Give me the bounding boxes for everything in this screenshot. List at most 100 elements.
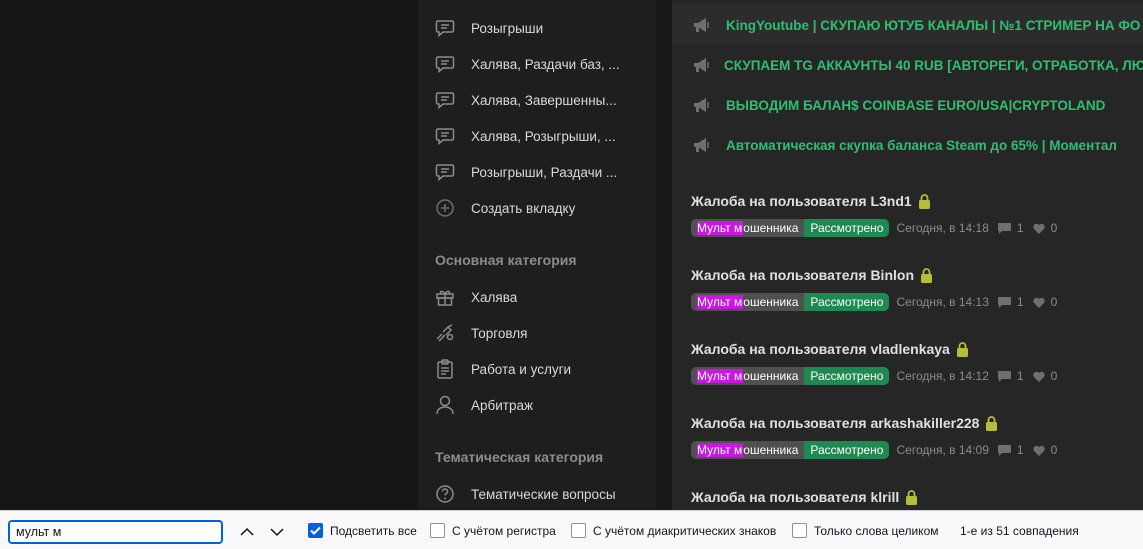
like-count: 0 <box>1032 221 1057 235</box>
checkbox-unchecked[interactable] <box>792 523 807 538</box>
checkbox-unchecked[interactable] <box>430 523 445 538</box>
prefix-badge[interactable]: Мульт м ошенника <box>691 367 805 385</box>
thread-item: Жалоба на пользователя Binlon Мульт м оше… <box>691 267 1141 311</box>
prefix-badge[interactable]: Мульт м ошенника <box>691 219 805 237</box>
thread-item: Жалоба на пользователя klrill <box>691 489 1141 505</box>
chat-icon <box>434 53 456 75</box>
thread-time[interactable]: Сегодня, в 14:12 <box>896 369 988 383</box>
thread-title[interactable]: Жалоба на пользователя vladlenkaya <box>691 341 950 357</box>
sidebar-item-label: Создать вкладку <box>471 200 576 216</box>
heart-icon <box>1032 371 1045 382</box>
sidebar: Розыгрыши Халява, Раздачи баз, ... Халяв… <box>418 0 656 510</box>
match-case-label: С учётом регистра <box>452 523 556 538</box>
diacritics-checkbox[interactable]: С учётом диакритических знаков <box>571 523 776 538</box>
prefix-badge[interactable]: Мульт м ошенника <box>691 293 805 311</box>
chat-icon <box>434 125 456 147</box>
thematic-category-heading: Тематическая категория <box>435 449 604 465</box>
comment-icon <box>997 444 1011 456</box>
sidebar-item-trading[interactable]: Торговля <box>434 319 644 347</box>
gift-icon <box>434 286 456 308</box>
pinned-thread[interactable]: KingYoutube | СКУПАЮ ЮТУБ КАНАЛЫ | №1 СТ… <box>672 5 1143 45</box>
find-input[interactable] <box>8 520 223 544</box>
sidebar-item-label: Розыгрыши, Раздачи ... <box>471 164 618 180</box>
pinned-thread-title[interactable]: СКУПАЕМ TG АККАУНТЫ 40 RUB [АВТОРЕГИ, ОТ… <box>724 58 1143 73</box>
create-tab-button[interactable]: Создать вкладку <box>434 194 644 222</box>
find-highlight: Мульт м <box>697 221 744 235</box>
plus-circle-icon <box>434 197 456 219</box>
sidebar-item-arbitration[interactable]: Арбитраж <box>434 391 644 419</box>
thread-title[interactable]: Жалоба на пользователя klrill <box>691 489 899 505</box>
status-badge[interactable]: Рассмотрено <box>804 367 890 385</box>
thread-title[interactable]: Жалоба на пользователя arkashakiller228 <box>691 415 979 431</box>
find-next-button[interactable] <box>265 521 289 543</box>
sidebar-item-thematic-questions[interactable]: Тематические вопросы <box>434 480 644 508</box>
status-badge[interactable]: Рассмотрено <box>804 219 890 237</box>
prefix-text: ошенника <box>743 221 799 235</box>
pinned-thread[interactable]: Автоматическая скупка баланса Steam до 6… <box>672 125 1143 165</box>
thread-time[interactable]: Сегодня, в 14:13 <box>896 295 988 309</box>
comment-icon <box>997 296 1011 308</box>
reply-count: 1 <box>997 295 1024 309</box>
megaphone-icon <box>692 56 712 74</box>
sidebar-item-jobs[interactable]: Работа и услуги <box>434 355 644 383</box>
sidebar-item-freebie-bases[interactable]: Халява, Раздачи баз, ... <box>434 50 644 78</box>
reply-count: 1 <box>997 221 1024 235</box>
reply-count: 1 <box>997 369 1024 383</box>
megaphone-icon <box>692 16 714 34</box>
reply-count: 1 <box>997 443 1024 457</box>
sidebar-item-label: Халява, Розыгрыши, ... <box>471 128 616 144</box>
pinned-thread[interactable]: ВЫВОДИМ БАЛАН$ COINBASE EURO/USA|CRYPTOL… <box>672 85 1143 125</box>
sidebar-item-label: Торговля <box>471 325 528 341</box>
column-gap <box>656 0 672 510</box>
status-badge[interactable]: Рассмотрено <box>804 293 890 311</box>
whole-words-label: Только слова целиком <box>814 523 939 538</box>
status-badge[interactable]: Рассмотрено <box>804 441 890 459</box>
checkbox-unchecked[interactable] <box>571 523 586 538</box>
lock-icon <box>905 489 918 505</box>
check-icon <box>310 526 321 535</box>
diacritics-label: С учётом диакритических знаков <box>593 523 777 538</box>
checkbox-checked[interactable] <box>308 523 323 538</box>
whole-words-checkbox[interactable]: Только слова целиком <box>792 523 939 538</box>
thread-title[interactable]: Жалоба на пользователя L3nd1 <box>691 193 912 209</box>
chat-icon <box>434 161 456 183</box>
pinned-thread[interactable]: СКУПАЕМ TG АККАУНТЫ 40 RUB [АВТОРЕГИ, ОТ… <box>672 45 1143 85</box>
lock-icon <box>985 415 998 431</box>
match-status: 1-е из 51 совпадения <box>960 524 1079 538</box>
highlight-all-checkbox[interactable]: Подсветить все <box>308 523 417 538</box>
match-case-checkbox[interactable]: С учётом регистра <box>430 523 556 538</box>
chevron-up-icon <box>240 527 254 536</box>
lock-icon <box>920 267 933 283</box>
prefix-badge[interactable]: Мульт м ошенника <box>691 441 805 459</box>
thread-item: Жалоба на пользователя vladlenkaya Мульт… <box>691 341 1141 385</box>
sidebar-item-label: Арбитраж <box>471 397 534 413</box>
thread-time[interactable]: Сегодня, в 14:09 <box>896 443 988 457</box>
find-previous-button[interactable] <box>235 521 259 543</box>
heart-icon <box>1032 223 1045 234</box>
find-bar: Подсветить все С учётом регистра С учёто… <box>0 510 1143 549</box>
megaphone-icon <box>692 96 714 114</box>
sidebar-item-giveaways-distribution[interactable]: Розыгрыши, Раздачи ... <box>434 158 644 186</box>
prefix-text: ошенника <box>743 295 799 309</box>
sidebar-item-freebie[interactable]: Халява <box>434 283 644 311</box>
thread-item: Жалоба на пользователя arkashakiller228 … <box>691 415 1141 459</box>
like-count: 0 <box>1032 443 1057 457</box>
thread-title[interactable]: Жалоба на пользователя Binlon <box>691 267 914 283</box>
pinned-thread-title[interactable]: ВЫВОДИМ БАЛАН$ COINBASE EURO/USA|CRYPTOL… <box>726 98 1105 113</box>
pinned-thread-title[interactable]: KingYoutube | СКУПАЮ ЮТУБ КАНАЛЫ | №1 СТ… <box>726 18 1140 33</box>
empty-left-area <box>0 0 418 510</box>
heart-icon <box>1032 297 1045 308</box>
highlight-all-label: Подсветить все <box>330 523 417 538</box>
chat-icon <box>434 89 456 111</box>
thread-list: KingYoutube | СКУПАЮ ЮТУБ КАНАЛЫ | №1 СТ… <box>672 0 1143 510</box>
sidebar-item-freebie-finished[interactable]: Халява, Завершенны... <box>434 86 644 114</box>
lock-icon <box>918 193 931 209</box>
like-count: 0 <box>1032 369 1057 383</box>
thread-time[interactable]: Сегодня, в 14:18 <box>896 221 988 235</box>
sidebar-item-label: Розыгрыши <box>471 20 544 36</box>
pinned-thread-title[interactable]: Автоматическая скупка баланса Steam до 6… <box>726 138 1117 153</box>
lock-icon <box>956 341 969 357</box>
sidebar-item-freebie-giveaways[interactable]: Халява, Розыгрыши, ... <box>434 122 644 150</box>
sidebar-item-giveaways[interactable]: Розыгрыши <box>434 14 644 42</box>
sidebar-item-label: Халява, Раздачи баз, ... <box>471 56 620 72</box>
